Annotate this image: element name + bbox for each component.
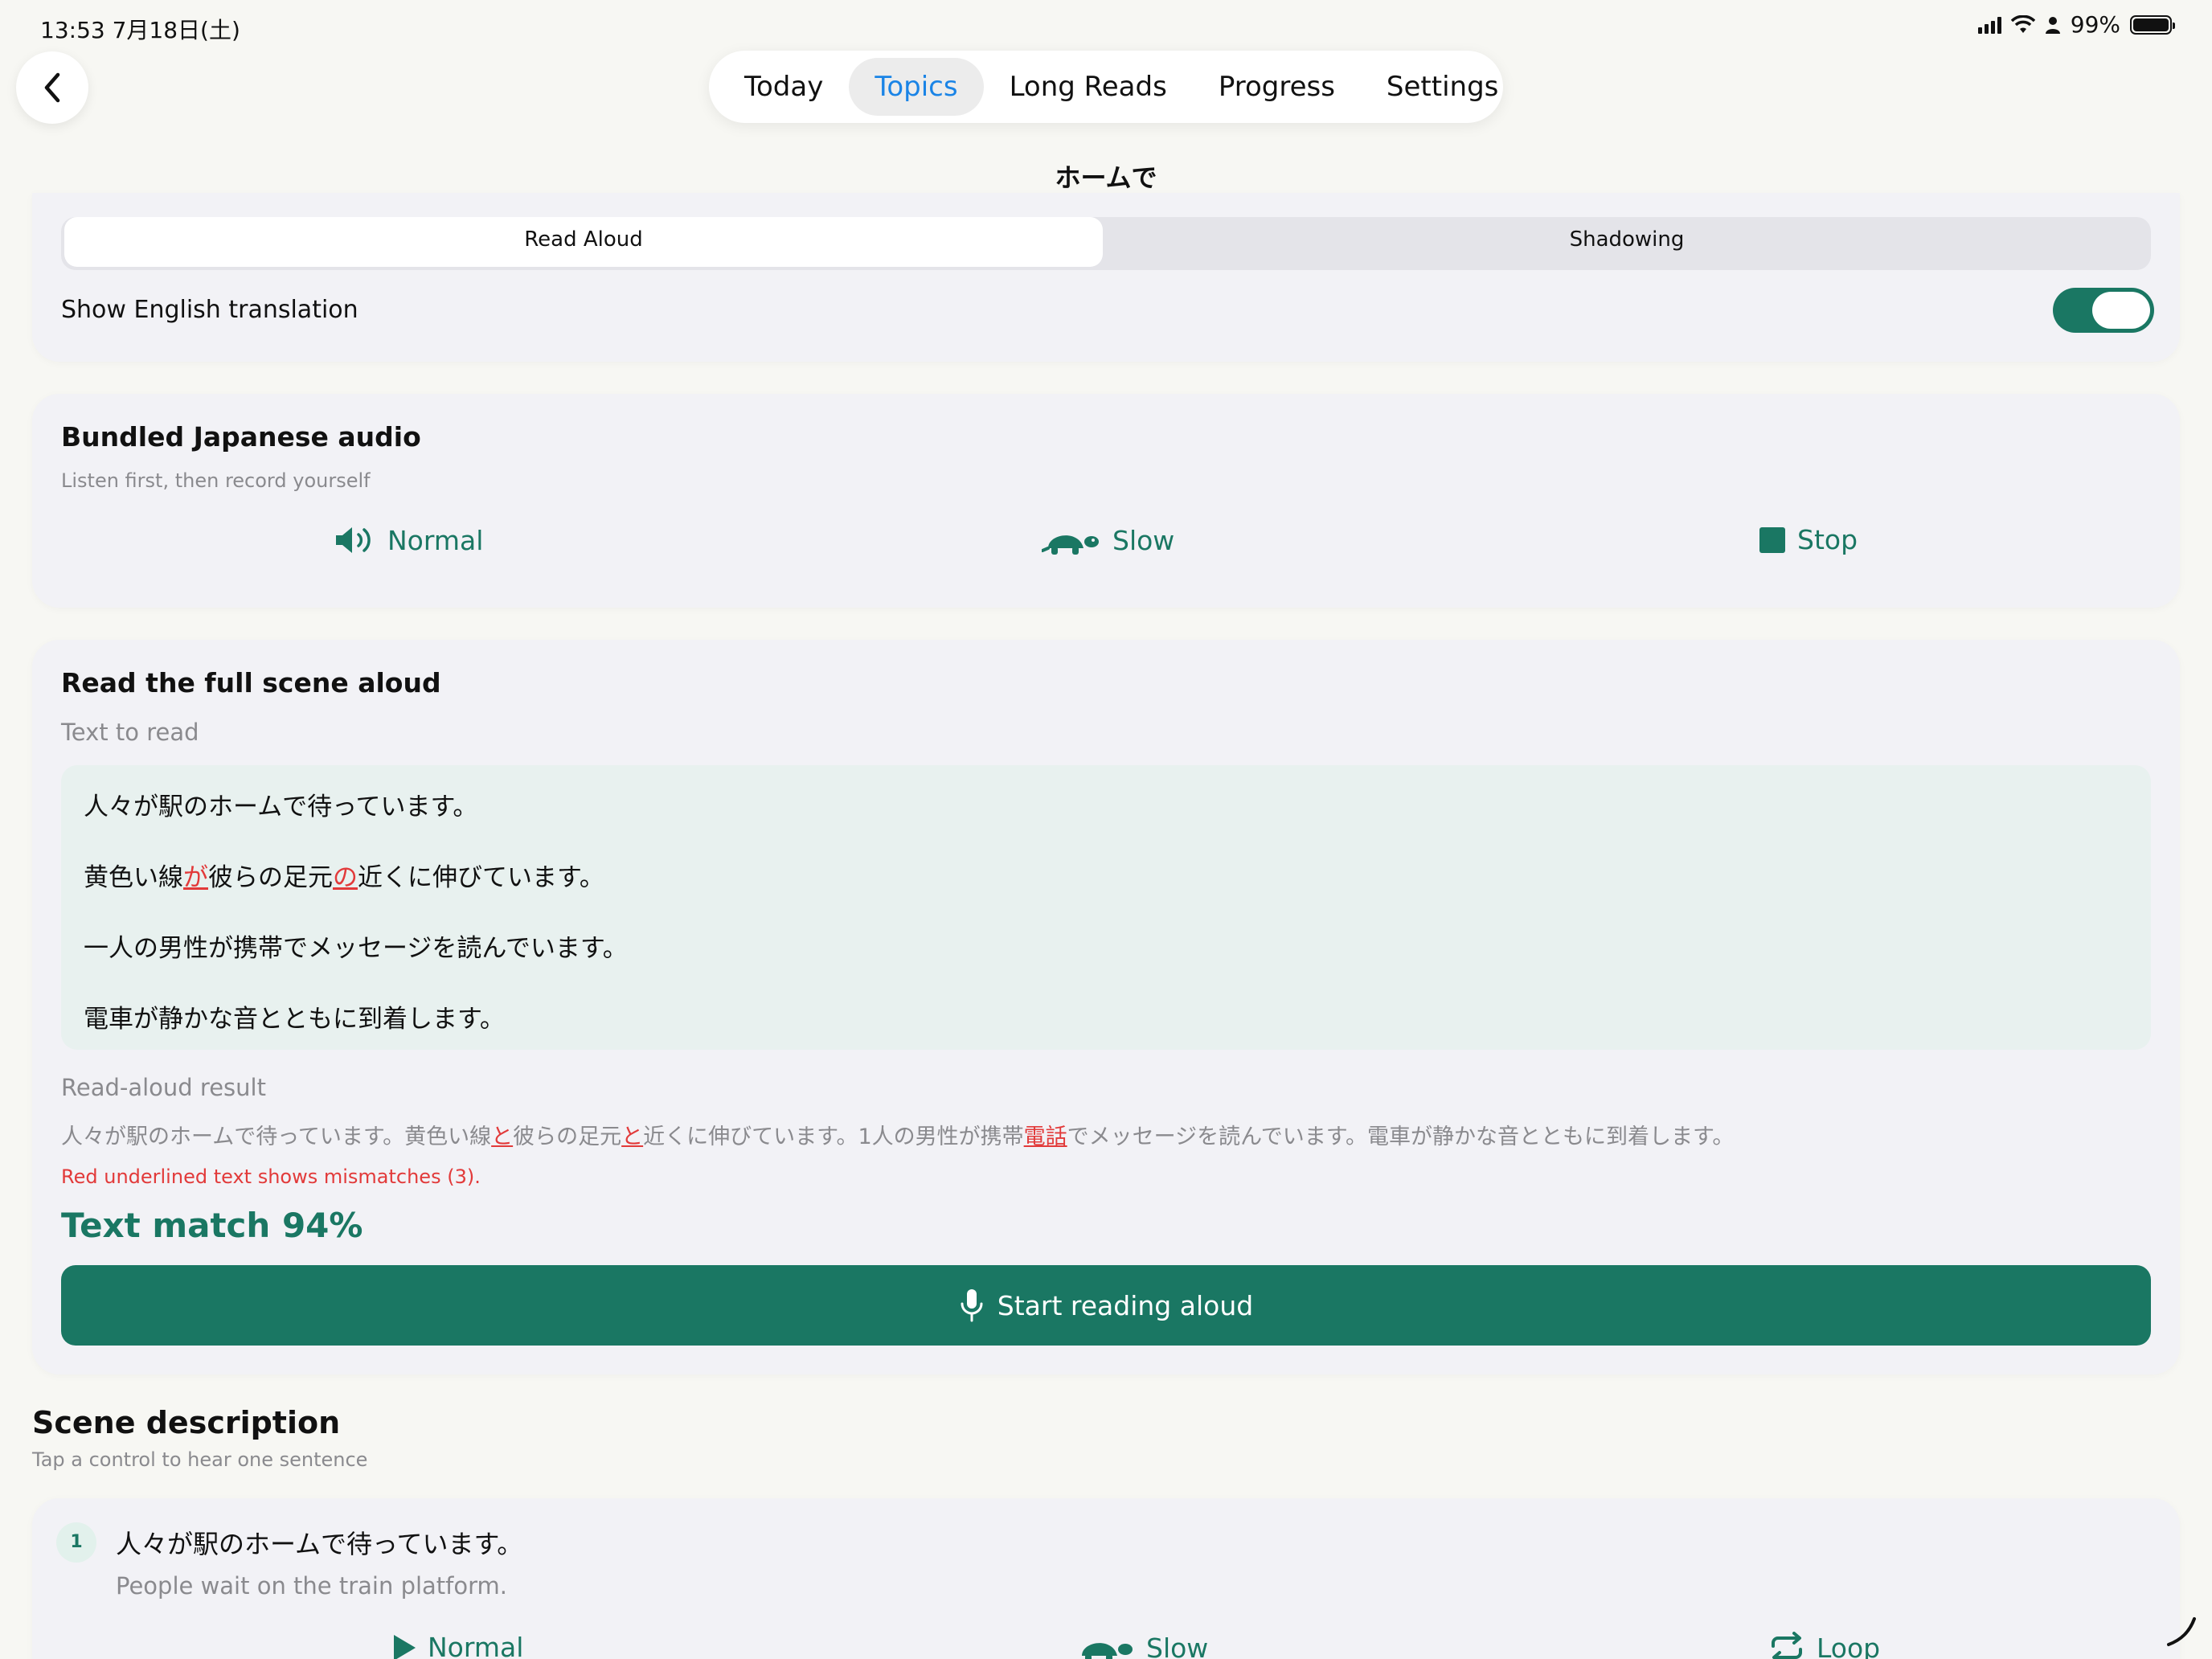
person-icon bbox=[2045, 16, 2060, 34]
text-match-score: Text match 94% bbox=[61, 1206, 363, 1245]
text-line-1: 人々が駅のホームで待っています。 bbox=[84, 793, 478, 821]
mismatch-text: 電話 bbox=[1023, 1124, 1067, 1149]
sentence-play-slow-button[interactable]: Slow bbox=[1075, 1632, 1208, 1659]
text-segment: 黄色い線 bbox=[84, 863, 183, 892]
stop-icon bbox=[1759, 526, 1785, 553]
loop-icon bbox=[1772, 1632, 1802, 1659]
tab-settings[interactable]: Settings bbox=[1361, 58, 1524, 116]
cellular-signal-icon bbox=[1977, 16, 2001, 34]
stop-button[interactable]: Stop bbox=[1759, 524, 1858, 555]
sentence-play-normal-button[interactable]: Normal bbox=[392, 1632, 523, 1659]
chevron-left-icon bbox=[44, 72, 60, 103]
sentence-play-slow-label: Slow bbox=[1146, 1632, 1209, 1659]
stop-label: Stop bbox=[1797, 524, 1858, 555]
play-normal-label: Normal bbox=[387, 524, 484, 556]
read-aloud-result-label: Read-aloud result bbox=[61, 1074, 266, 1101]
sentence-play-normal-label: Normal bbox=[428, 1632, 524, 1659]
wifi-icon bbox=[2010, 14, 2035, 33]
sentence-loop-label: Loop bbox=[1817, 1632, 1881, 1659]
battery-icon bbox=[2130, 14, 2175, 35]
text-line-3: 一人の男性が携帯でメッセージを読んでいます。 bbox=[84, 934, 628, 963]
text-to-read-label: Text to read bbox=[61, 719, 199, 746]
status-time: 13:53 7月18日(土) bbox=[40, 17, 240, 43]
play-slow-button[interactable]: Slow bbox=[1042, 524, 1174, 556]
result-segment: でメッセージを読んでいます。電車が静かな音とともに到着します。 bbox=[1067, 1124, 1735, 1149]
status-indicators: 99% bbox=[1977, 11, 2175, 38]
result-segment: 彼らの足元 bbox=[513, 1124, 622, 1149]
sentence-number-badge: 1 bbox=[56, 1522, 96, 1563]
mismatch-text: の bbox=[333, 863, 358, 892]
result-segment: 近くに伸びています。1人の男性が携帯 bbox=[643, 1124, 1024, 1149]
text-segment: 彼らの足元 bbox=[208, 863, 333, 892]
read-aloud-result-text: 人々が駅のホームで待っています。黄色い線と彼らの足元と近くに伸びています。1人の… bbox=[61, 1119, 1734, 1150]
play-slow-label: Slow bbox=[1112, 524, 1175, 556]
turtle-icon bbox=[1042, 535, 1099, 555]
top-navigation: Today Topics Long Reads Progress Setting… bbox=[709, 51, 1503, 123]
segment-shadowing[interactable]: Shadowing bbox=[1103, 217, 2151, 267]
text-line-2: 黄色い線が彼らの足元の近くに伸びています。 bbox=[84, 857, 604, 893]
start-reading-aloud-label: Start reading aloud bbox=[997, 1289, 1254, 1321]
sentence-loop-button[interactable]: Loop bbox=[1768, 1632, 1880, 1659]
segment-read-aloud[interactable]: Read Aloud bbox=[64, 217, 1103, 267]
tab-long-reads[interactable]: Long Reads bbox=[984, 58, 1193, 116]
tab-today[interactable]: Today bbox=[719, 58, 849, 116]
result-segment: 人々が駅のホームで待っています。黄色い線 bbox=[61, 1124, 492, 1149]
play-icon bbox=[394, 1634, 416, 1659]
mismatch-text: と bbox=[491, 1124, 514, 1149]
microphone-icon bbox=[961, 1289, 983, 1322]
mismatch-text: と bbox=[621, 1124, 644, 1149]
sentence-english: People wait on the train platform. bbox=[116, 1572, 508, 1600]
play-normal-button[interactable]: Normal bbox=[334, 524, 483, 556]
tab-topics[interactable]: Topics bbox=[849, 58, 984, 116]
page-title: ホームで bbox=[1055, 162, 1157, 193]
battery-percent: 99% bbox=[2070, 11, 2120, 38]
translation-toggle[interactable] bbox=[2053, 288, 2154, 333]
audio-card-subtitle: Listen first, then record yourself bbox=[61, 469, 371, 492]
scroll-corner-indicator bbox=[2167, 1617, 2196, 1646]
mismatch-text: が bbox=[183, 863, 208, 892]
start-reading-aloud-button[interactable]: Start reading aloud bbox=[61, 1265, 2151, 1346]
text-line-4: 電車が静かな音とともに到着します。 bbox=[84, 1005, 505, 1034]
turtle-icon bbox=[1082, 1643, 1133, 1659]
scene-description-subtitle: Tap a control to hear one sentence bbox=[32, 1448, 368, 1471]
text-segment: 近くに伸びています。 bbox=[358, 863, 604, 892]
read-card-title: Read the full scene aloud bbox=[61, 667, 441, 698]
translation-toggle-label: Show English translation bbox=[61, 296, 358, 324]
back-button[interactable] bbox=[16, 51, 88, 124]
tab-progress[interactable]: Progress bbox=[1193, 58, 1361, 116]
mismatch-note: Red underlined text shows mismatches (3)… bbox=[61, 1165, 481, 1188]
audio-card-title: Bundled Japanese audio bbox=[61, 421, 421, 453]
scene-description-title: Scene description bbox=[32, 1405, 341, 1440]
sentence-japanese: 人々が駅のホームで待っています。 bbox=[116, 1529, 523, 1559]
speaker-icon bbox=[336, 527, 371, 553]
